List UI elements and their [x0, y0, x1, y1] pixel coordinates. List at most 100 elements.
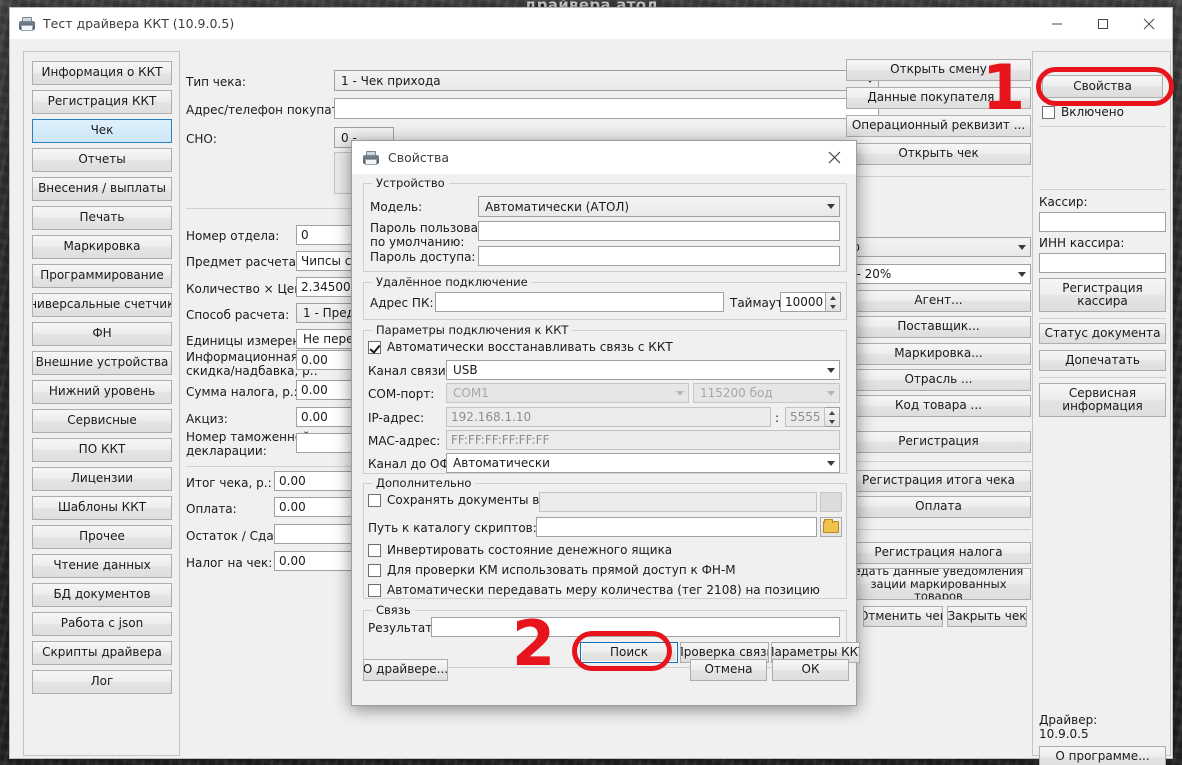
sno-label: СНО: [186, 132, 217, 146]
device-group: Устройство Модель: Автоматически (АТОЛ) … [363, 183, 847, 272]
sidebar-item-kkt-registration[interactable]: Регистрация ККТ [32, 90, 172, 114]
close-check-button[interactable]: Закрыть чек [947, 606, 1027, 627]
save-docs-row[interactable]: Сохранять документы в БД [368, 493, 561, 507]
printer-icon [362, 149, 380, 167]
mac-address-input[interactable]: FF:FF:FF:FF:FF:FF [446, 430, 840, 450]
km-direct-access-checkbox[interactable] [368, 564, 381, 577]
sidebar-item-log[interactable]: Лог [32, 670, 172, 694]
sidebar-item-service[interactable]: Сервисные [32, 409, 172, 433]
registration-button[interactable]: Регистрация [846, 431, 1031, 453]
timeout-spinner[interactable] [826, 292, 841, 312]
register-cashier-button[interactable]: Регистрация кассира [1039, 278, 1166, 312]
search-button[interactable]: Поиск [580, 642, 678, 663]
invert-drawer-checkbox[interactable] [368, 544, 381, 557]
ofd-channel-combo[interactable]: Автоматически [446, 453, 840, 473]
sidebar-item-deposits[interactable]: Внесения / выплаты [32, 177, 172, 201]
save-docs-path-input[interactable] [539, 492, 817, 512]
sidebar-item-print[interactable]: Печать [32, 206, 172, 230]
sidebar-item-driver-scripts[interactable]: Скрипты драйвера [32, 641, 172, 665]
auto-restore-checkbox[interactable] [368, 341, 381, 354]
scripts-path-browse-button[interactable] [820, 517, 842, 537]
supplier-button[interactable]: Поставщик... [846, 316, 1031, 338]
about-driver-button[interactable]: О драйвере... [363, 659, 448, 681]
close-button[interactable] [1126, 8, 1172, 39]
about-program-button[interactable]: О программе... [1039, 746, 1166, 765]
auto-restore-row[interactable]: Автоматически восстанавливать связь с КК… [368, 340, 673, 354]
reprint-button[interactable]: Допечатать [1039, 350, 1166, 371]
window-client-area: Информация о ККТ Регистрация ККТ Чек Отч… [10, 39, 1172, 758]
channel-combo[interactable]: USB [446, 360, 840, 380]
sidebar-item-marking[interactable]: Маркировка [32, 235, 172, 259]
baud-rate-combo[interactable]: 115200 бод [693, 383, 840, 403]
save-docs-checkbox[interactable] [368, 494, 381, 507]
register-check-total-button[interactable]: Регистрация итога чека [846, 470, 1031, 492]
sidebar-item-kkt-info[interactable]: Информация о ККТ [32, 61, 172, 85]
result-label: Результат: [368, 621, 436, 635]
sidebar-item-documents-db[interactable]: БД документов [32, 583, 172, 607]
sidebar-item-kkt-templates[interactable]: Шаблоны ККТ [32, 496, 172, 520]
save-docs-label: Сохранять документы в БД [387, 493, 561, 507]
enabled-checkbox-row[interactable]: Включено [1042, 105, 1124, 119]
customs-label-line1: Номер таможенной [186, 430, 310, 444]
sidebar-item-external-devices[interactable]: Внешние устройства [32, 351, 172, 375]
agent-button[interactable]: Агент... [846, 290, 1031, 312]
sidebar-item-universal-counters[interactable]: Универсальные счетчики [32, 293, 172, 317]
result-input[interactable] [431, 617, 840, 637]
auto-measure-checkbox[interactable] [368, 584, 381, 597]
chevron-down-icon [1018, 245, 1026, 250]
ip-address-input[interactable]: 192.168.1.10 [446, 407, 771, 427]
sidebar-item-json[interactable]: Работа с json [32, 612, 172, 636]
cancel-check-button[interactable]: Отменить чек [863, 606, 943, 627]
com-port-label: COM-порт: [368, 387, 434, 401]
km-direct-access-row[interactable]: Для проверки КМ использовать прямой дост… [368, 563, 736, 577]
dialog-ok-button[interactable]: ОК [772, 659, 849, 681]
dialog-cancel-button[interactable]: Отмена [690, 659, 767, 681]
open-check-button[interactable]: Открыть чек [846, 143, 1031, 165]
timeout-label: Таймаут [730, 296, 783, 310]
minimize-button[interactable] [1034, 8, 1080, 39]
chevron-down-icon [827, 368, 835, 373]
enabled-checkbox[interactable] [1042, 106, 1055, 119]
product-code-button[interactable]: Код товара ... [846, 395, 1031, 417]
ip-port-spinner[interactable] [825, 407, 840, 427]
user-password-input[interactable] [478, 221, 840, 241]
pc-address-label: Адрес ПК: [370, 296, 434, 310]
sidebar-item-licenses[interactable]: Лицензии [32, 467, 172, 491]
scripts-path-input[interactable] [536, 517, 817, 537]
sidebar-item-fn[interactable]: ФН [32, 322, 172, 346]
marking-button[interactable]: Маркировка... [846, 343, 1031, 365]
dialog-close-button[interactable] [812, 141, 856, 174]
sidebar-item-other[interactable]: Прочее [32, 525, 172, 549]
sidebar-item-read-data[interactable]: Чтение данных [32, 554, 172, 578]
sidebar-item-reports[interactable]: Отчеты [32, 148, 172, 172]
properties-button[interactable]: Свойства [1042, 75, 1163, 98]
cashier-input[interactable] [1039, 212, 1166, 232]
register-tax-button[interactable]: Регистрация налога [846, 542, 1031, 564]
pc-address-input[interactable] [435, 292, 724, 312]
maximize-button[interactable] [1080, 8, 1126, 39]
payment-button[interactable]: Оплата [846, 496, 1031, 518]
ip-port-input[interactable]: 5555 [785, 407, 825, 427]
service-info-button[interactable]: Сервисная информация [1039, 383, 1166, 417]
cashier-inn-input[interactable] [1039, 253, 1166, 273]
industry-button[interactable]: Отрасль ... [846, 369, 1031, 391]
invert-drawer-row[interactable]: Инвертировать состояние денежного ящика [368, 543, 672, 557]
sidebar-item-kkt-software[interactable]: ПО ККТ [32, 438, 172, 462]
sidebar-item-check[interactable]: Чек [32, 119, 172, 143]
check-type-combo[interactable]: 1 - Чек прихода [334, 70, 879, 91]
device-panel: Свойства Включено Кассир: ИНН кассира: Р… [1032, 51, 1171, 756]
com-port-combo[interactable]: COM1 [446, 383, 689, 403]
send-notification-data-button[interactable]: едать данные уведомления зации маркирова… [846, 568, 1031, 600]
auto-measure-row[interactable]: Автоматически передавать меру количества… [368, 583, 820, 597]
buyer-contact-input[interactable] [334, 98, 879, 119]
sidebar-item-low-level[interactable]: Нижний уровень [32, 380, 172, 404]
sidebar-item-programming[interactable]: Программирование [32, 264, 172, 288]
access-password-input[interactable] [478, 246, 840, 266]
model-combo[interactable]: Автоматически (АТОЛ) [478, 196, 840, 217]
tax-rate-combo[interactable]: 7 - 20% [838, 264, 1031, 284]
timeout-input[interactable]: 10000 мс. [780, 292, 826, 312]
save-docs-browse-button[interactable] [820, 492, 842, 512]
goods-combo[interactable]: ар [838, 237, 1031, 257]
subject-label: Предмет расчета: [186, 255, 300, 269]
document-status-button[interactable]: Статус документа [1039, 323, 1166, 344]
